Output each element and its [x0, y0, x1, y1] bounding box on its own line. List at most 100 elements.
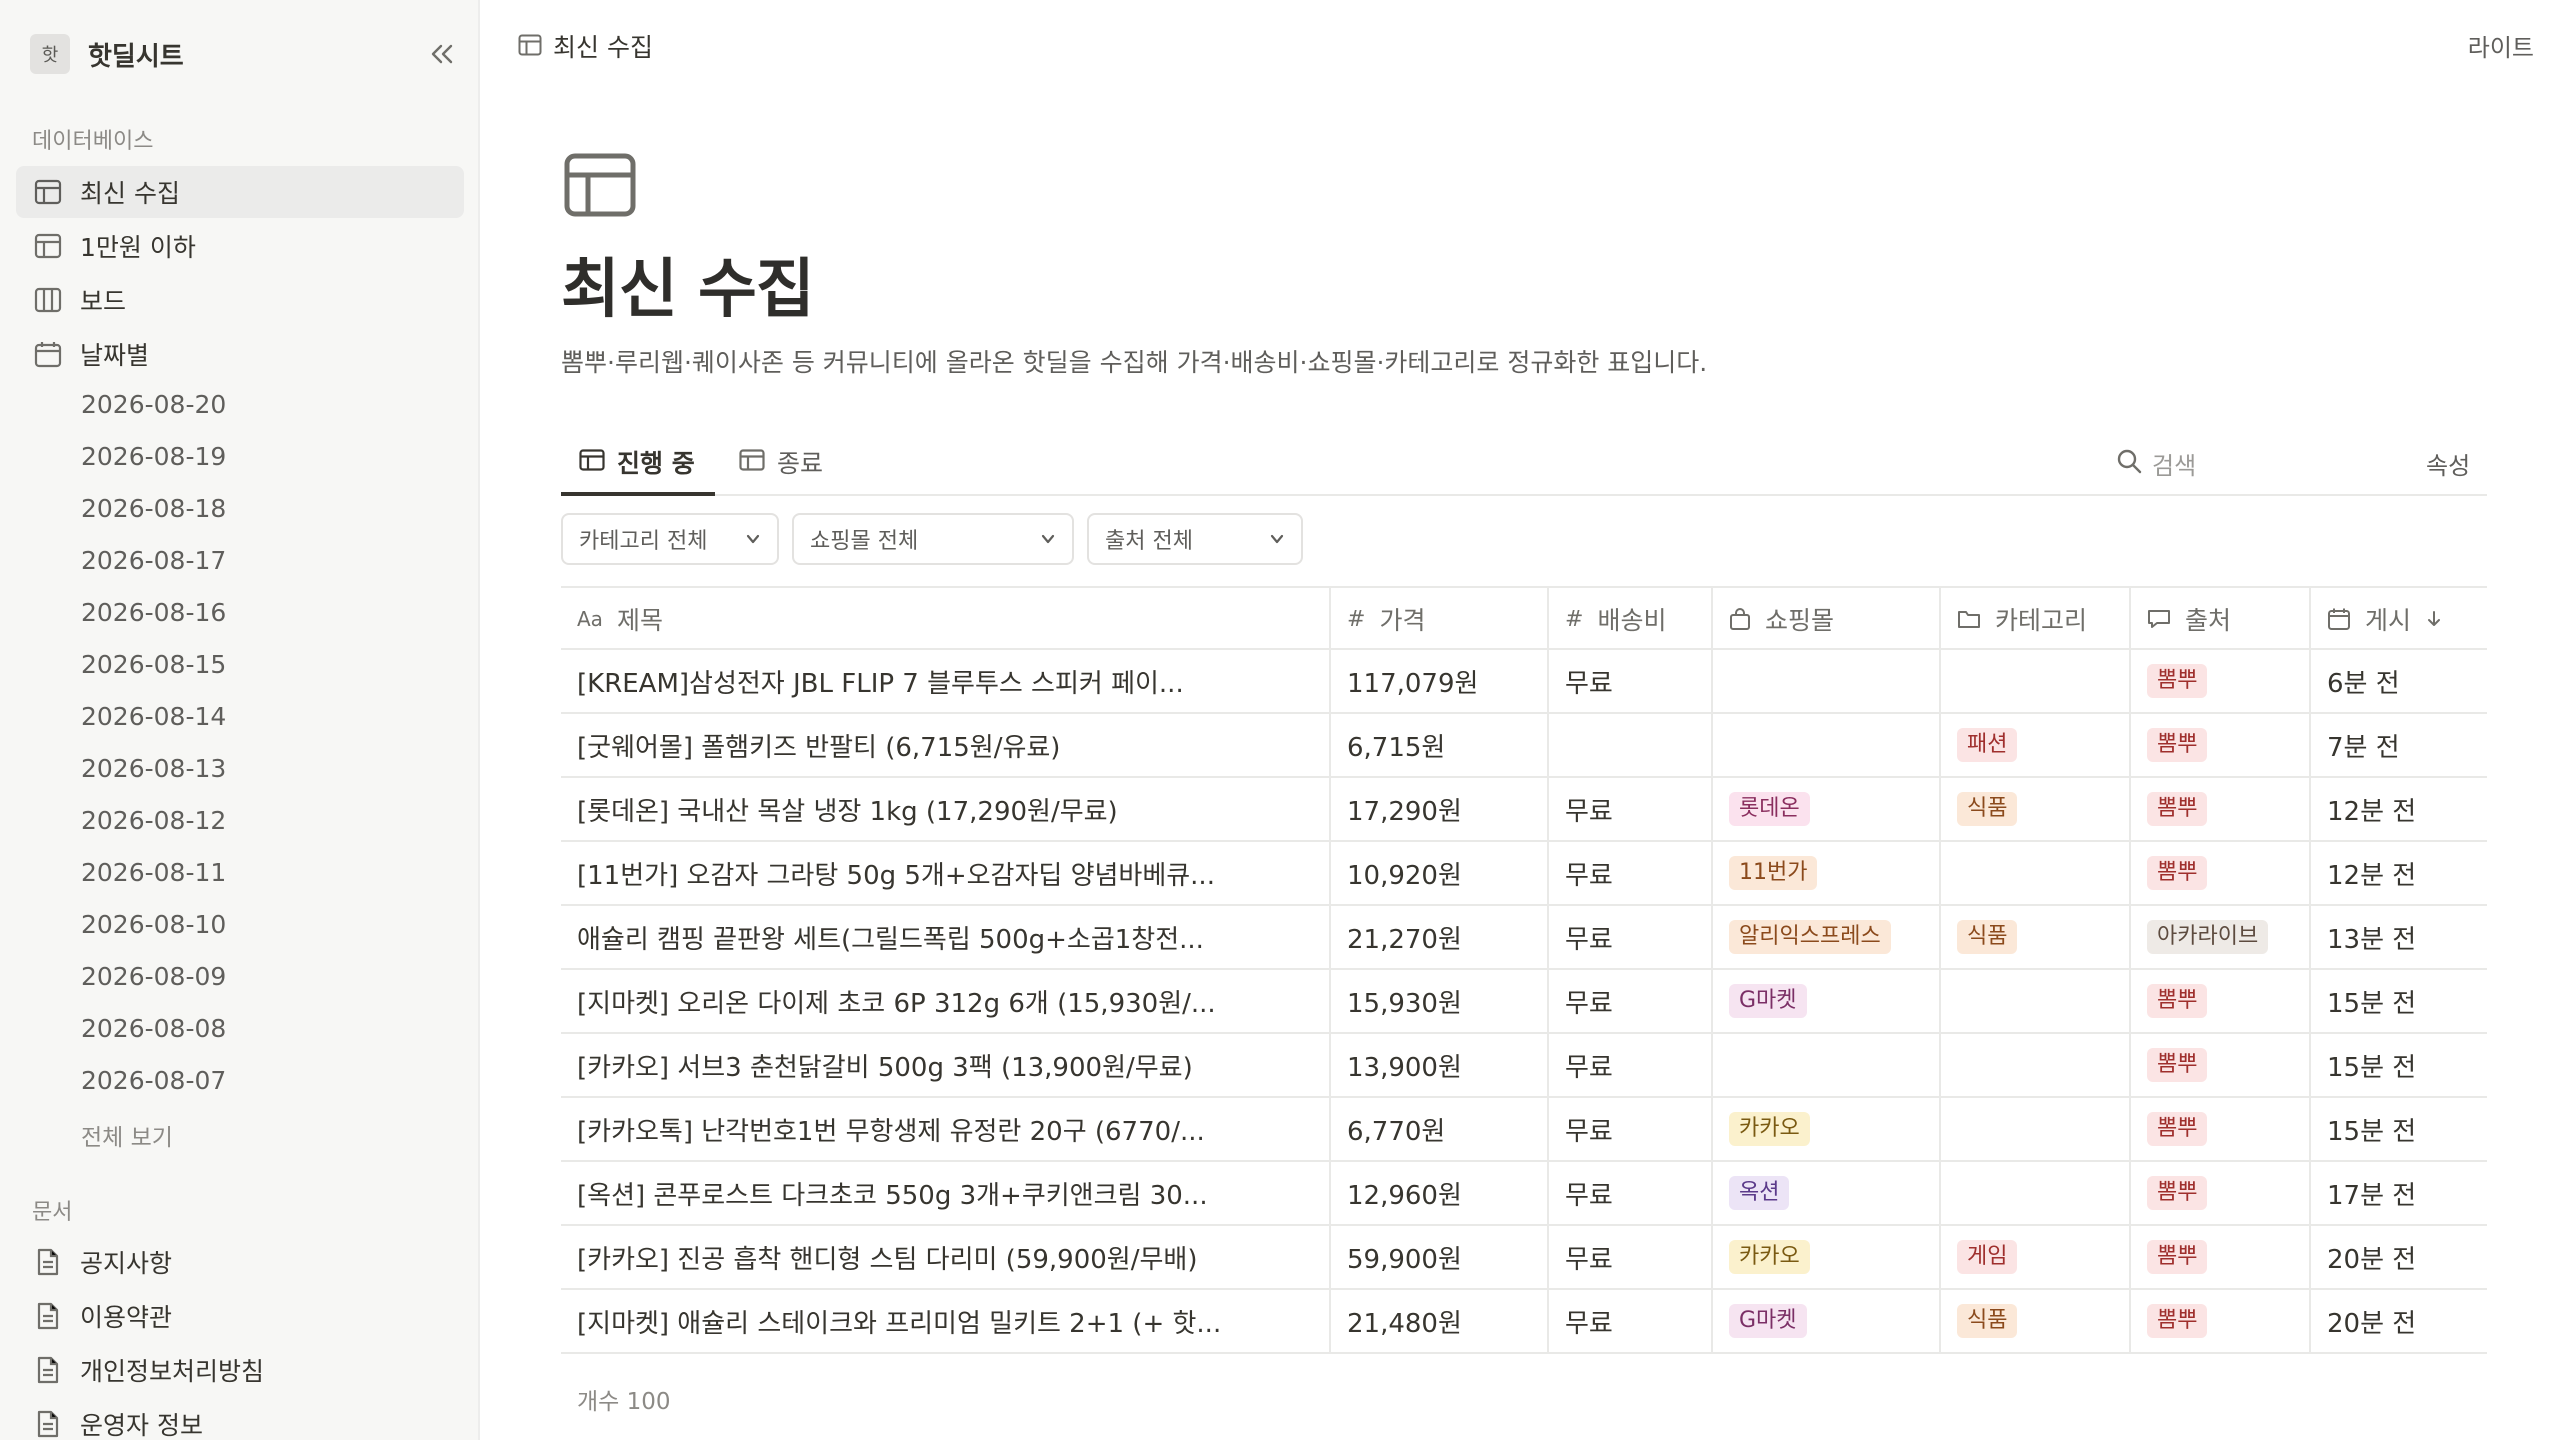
sidebar-date-item[interactable]: 2026-08-09	[81, 962, 226, 991]
sidebar-date-item[interactable]: 2026-08-08	[81, 1014, 226, 1043]
sidebar-doc-item[interactable]: 개인정보처리방침	[16, 1344, 464, 1396]
search-input[interactable]: 검색	[2116, 446, 2196, 481]
sidebar-date-item[interactable]: 2026-08-12	[81, 806, 226, 835]
sidebar-date-item[interactable]: 2026-08-17	[81, 546, 226, 575]
cell-mall	[1713, 650, 1941, 712]
cell-title[interactable]: [옥션] 콘푸로스트 다크초코 550g 3개+쿠키앤크림 30...	[561, 1162, 1331, 1224]
table-row[interactable]: [굿웨어몰] 폴햄키즈 반팔티 (6,715원/유료) 6,715원 패션 뽐뿌 7분 …	[561, 714, 2487, 778]
title-text: [굿웨어몰] 폴햄키즈 반팔티 (6,715원/유료)	[577, 732, 1061, 763]
column-header-shipping[interactable]: # 배송비	[1549, 588, 1713, 650]
column-header-mall[interactable]: 쇼핑몰	[1713, 588, 1941, 650]
cell-title[interactable]: [카카오톡] 난각번호1번 무항생제 유정란 20구 (6770/...	[561, 1098, 1331, 1160]
section-label-docs: 문서	[32, 1200, 73, 1225]
title-text: [카카오] 진공 흡착 핸디형 스팀 다리미 (59,900원/무배)	[577, 1244, 1198, 1275]
tab-ended[interactable]: 종료	[739, 444, 823, 496]
cell-posted: 7분 전	[2311, 714, 2487, 776]
cell-price: 59,900원	[1331, 1226, 1549, 1288]
column-header-source[interactable]: 출처	[2131, 588, 2311, 650]
sidebar-item-under-10000[interactable]: 1만원 이하	[16, 220, 464, 272]
category-filter[interactable]: 카테고리 전체	[561, 513, 779, 565]
table-row[interactable]: [롯데온] 국내산 목살 냉장 1kg (17,290원/무료) 17,290원 무…	[561, 778, 2487, 842]
column-header-label: 제목	[616, 606, 663, 635]
posted-text: 15분 전	[2327, 988, 2417, 1019]
sidebar-date-item[interactable]: 2026-08-13	[81, 754, 226, 783]
column-header-posted[interactable]: 게시	[2311, 588, 2487, 650]
table-row[interactable]: [옥션] 콘푸로스트 다크초코 550g 3개+쿠키앤크림 30... 12,96…	[561, 1162, 2487, 1226]
page-title: 최신 수집	[561, 253, 815, 327]
cell-shipping: 무료	[1549, 970, 1713, 1032]
sidebar-item-by-date[interactable]: 날짜별	[16, 328, 464, 380]
sidebar-date-item[interactable]: 2026-08-18	[81, 494, 226, 523]
cell-source: 뽐뿌	[2131, 1290, 2311, 1352]
sidebar-date-item[interactable]: 2026-08-20	[81, 390, 226, 419]
source-tag: 아카라이브	[2147, 920, 2269, 954]
see-all-link[interactable]: 전체 보기	[81, 1118, 173, 1152]
category-tag: 패션	[1957, 728, 2018, 762]
sidebar-date-item[interactable]: 2026-08-07	[81, 1066, 226, 1095]
cell-shipping: 무료	[1549, 1098, 1713, 1160]
sidebar-doc-item[interactable]: 공지사항	[16, 1236, 464, 1288]
table-row[interactable]: [KREAM]삼성전자 JBL FLIP 7 블루투스 스피커 페이... 117…	[561, 650, 2487, 714]
cell-title[interactable]: [카카오] 서브3 춘천닭갈비 500g 3팩 (13,900원/무료)	[561, 1034, 1331, 1096]
table-row[interactable]: [지마켓] 오리온 다이제 초코 6P 312g 6개 (15,930원/...…	[561, 970, 2487, 1034]
cell-source: 뽐뿌	[2131, 1098, 2311, 1160]
sidebar-doc-item[interactable]: 운영자 정보	[16, 1398, 464, 1440]
theme-toggle-button[interactable]: 라이트	[2468, 28, 2534, 63]
sidebar-date-item[interactable]: 2026-08-14	[81, 702, 226, 731]
cell-title[interactable]: [굿웨어몰] 폴햄키즈 반팔티 (6,715원/유료)	[561, 714, 1331, 776]
cell-title[interactable]: 애슐리 캠핑 끝판왕 세트(그릴드폭립 500g+소곱1창전...	[561, 906, 1331, 968]
workspace-header[interactable]: 핫 핫딜시트	[30, 34, 470, 74]
title-text: [옥션] 콘푸로스트 다크초코 550g 3개+쿠키앤크림 30...	[577, 1180, 1208, 1211]
breadcrumb[interactable]: 최신 수집	[553, 28, 653, 64]
cell-price: 21,480원	[1331, 1290, 1549, 1352]
table-row[interactable]: 애슐리 캠핑 끝판왕 세트(그릴드폭립 500g+소곱1창전... 21,270원…	[561, 906, 2487, 970]
sidebar-item-board[interactable]: 보드	[16, 274, 464, 326]
column-header-label: 배송비	[1597, 606, 1667, 635]
sidebar-date-item[interactable]: 2026-08-16	[81, 598, 226, 627]
price-text: 59,900원	[1347, 1244, 1462, 1275]
cell-title[interactable]: [롯데온] 국내산 목살 냉장 1kg (17,290원/무료)	[561, 778, 1331, 840]
table-row[interactable]: [카카오] 진공 흡착 핸디형 스팀 다리미 (59,900원/무배) 59,90…	[561, 1226, 2487, 1290]
cell-mall: 11번가	[1713, 842, 1941, 904]
column-header-category[interactable]: 카테고리	[1941, 588, 2131, 650]
cell-title[interactable]: [11번가] 오감자 그라탕 50g 5개+오감자딥 양념바베큐...	[561, 842, 1331, 904]
table-row[interactable]: [11번가] 오감자 그라탕 50g 5개+오감자딥 양념바베큐... 10,92…	[561, 842, 2487, 906]
cell-title[interactable]: [지마켓] 오리온 다이제 초코 6P 312g 6개 (15,930원/...	[561, 970, 1331, 1032]
properties-button[interactable]: 속성	[2426, 446, 2470, 481]
tab-active[interactable]: 진행 중	[561, 444, 715, 496]
sort-descending-icon[interactable]	[2425, 609, 2443, 629]
sidebar-date-item[interactable]: 2026-08-10	[81, 910, 226, 939]
cell-category	[1941, 650, 2131, 712]
table-row[interactable]: [지마켓] 애슐리 스테이크와 프리미엄 밀키트 2+1 (+ 핫... 21,4…	[561, 1290, 2487, 1354]
document-icon	[32, 1246, 64, 1278]
price-text: 17,290원	[1347, 796, 1462, 827]
chevron-down-icon	[1038, 529, 1058, 555]
table-row[interactable]: [카카오] 서브3 춘천닭갈비 500g 3팩 (13,900원/무료) 13,9…	[561, 1034, 2487, 1098]
cell-title[interactable]: [KREAM]삼성전자 JBL FLIP 7 블루투스 스피커 페이...	[561, 650, 1331, 712]
category-tag: 식품	[1957, 1304, 2018, 1338]
column-header-title[interactable]: Aa 제목	[561, 588, 1331, 650]
cell-category: 게임	[1941, 1226, 2131, 1288]
price-text: 6,770원	[1347, 1116, 1446, 1147]
sidebar-date-item[interactable]: 2026-08-15	[81, 650, 226, 679]
sidebar-date-item[interactable]: 2026-08-19	[81, 442, 226, 471]
posted-text: 15분 전	[2327, 1116, 2417, 1147]
sidebar-doc-item[interactable]: 이용약관	[16, 1290, 464, 1342]
table-row[interactable]: [카카오톡] 난각번호1번 무항생제 유정란 20구 (6770/... 6,77…	[561, 1098, 2487, 1162]
column-header-price[interactable]: # 가격	[1331, 588, 1549, 650]
cell-title[interactable]: [지마켓] 애슐리 스테이크와 프리미엄 밀키트 2+1 (+ 핫...	[561, 1290, 1331, 1352]
shipping-text: 무료	[1565, 1116, 1613, 1147]
cell-mall	[1713, 714, 1941, 776]
mall-filter[interactable]: 쇼핑몰 전체	[792, 513, 1074, 565]
collapse-sidebar-icon[interactable]	[424, 36, 460, 72]
sidebar-item-latest[interactable]: 최신 수집	[16, 166, 464, 218]
title-text: [KREAM]삼성전자 JBL FLIP 7 블루투스 스피커 페이...	[577, 668, 1184, 699]
shipping-text: 무료	[1565, 988, 1613, 1019]
sidebar-date-item[interactable]: 2026-08-11	[81, 858, 226, 887]
cell-title[interactable]: [카카오] 진공 흡착 핸디형 스팀 다리미 (59,900원/무배)	[561, 1226, 1331, 1288]
title-text: [지마켓] 오리온 다이제 초코 6P 312g 6개 (15,930원/...	[577, 988, 1216, 1019]
cell-category	[1941, 842, 2131, 904]
source-filter[interactable]: 출처 전체	[1087, 513, 1303, 565]
tab-label: 종료	[777, 449, 824, 478]
cell-price: 10,920원	[1331, 842, 1549, 904]
